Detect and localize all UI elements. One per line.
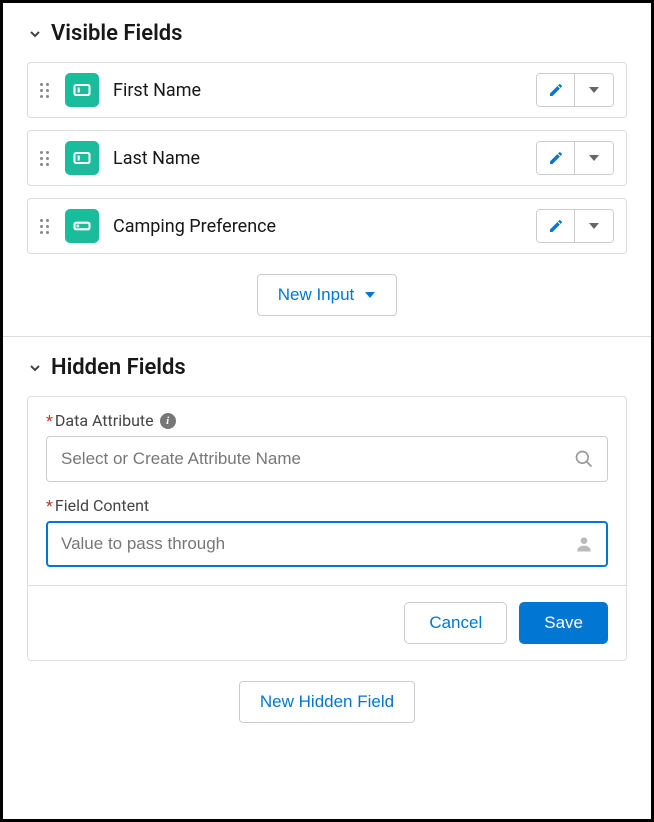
visible-fields-list: First Name (27, 62, 627, 254)
new-hidden-field-label: New Hidden Field (260, 692, 394, 712)
field-row-first-name: First Name (27, 62, 627, 118)
hidden-fields-header[interactable]: Hidden Fields (27, 355, 627, 380)
dropdown-button[interactable] (575, 142, 613, 174)
drag-handle-icon[interactable] (40, 83, 49, 98)
field-row-last-name: Last Name (27, 130, 627, 186)
edit-button[interactable] (537, 142, 575, 174)
field-content-label: *Field Content (46, 496, 608, 515)
field-label: Camping Preference (113, 216, 536, 237)
info-icon[interactable]: i (160, 413, 176, 429)
field-actions (536, 209, 614, 243)
chevron-down-icon (27, 360, 43, 376)
text-field-icon (65, 141, 99, 175)
data-attribute-label: *Data Attribute i (46, 411, 608, 430)
hidden-fields-title: Hidden Fields (51, 355, 186, 380)
visible-fields-title: Visible Fields (51, 21, 182, 46)
dropdown-button[interactable] (575, 210, 613, 242)
person-icon[interactable] (574, 534, 594, 554)
drag-handle-icon[interactable] (40, 151, 49, 166)
caret-down-icon (364, 289, 376, 301)
caret-down-icon (588, 220, 600, 232)
field-label: First Name (113, 80, 536, 101)
pencil-icon (548, 82, 564, 98)
field-actions (536, 73, 614, 107)
caret-down-icon (588, 152, 600, 164)
edit-button[interactable] (537, 210, 575, 242)
data-attribute-input[interactable] (46, 436, 608, 482)
chevron-down-icon (27, 26, 43, 42)
new-input-label: New Input (278, 285, 355, 305)
search-icon (574, 449, 594, 469)
field-content-input[interactable] (46, 521, 608, 567)
field-actions (536, 141, 614, 175)
pencil-icon (548, 218, 564, 234)
visible-fields-header[interactable]: Visible Fields (27, 21, 627, 46)
cancel-button[interactable]: Cancel (404, 602, 507, 644)
dropdown-button[interactable] (575, 74, 613, 106)
edit-button[interactable] (537, 74, 575, 106)
save-button[interactable]: Save (519, 602, 608, 644)
new-hidden-field-button[interactable]: New Hidden Field (239, 681, 415, 723)
field-label: Last Name (113, 148, 536, 169)
pencil-icon (548, 150, 564, 166)
select-field-icon (65, 209, 99, 243)
new-input-button[interactable]: New Input (257, 274, 398, 316)
text-field-icon (65, 73, 99, 107)
caret-down-icon (588, 84, 600, 96)
drag-handle-icon[interactable] (40, 219, 49, 234)
hidden-field-form: *Data Attribute i *Field Content (27, 396, 627, 661)
field-row-camping-preference: Camping Preference (27, 198, 627, 254)
